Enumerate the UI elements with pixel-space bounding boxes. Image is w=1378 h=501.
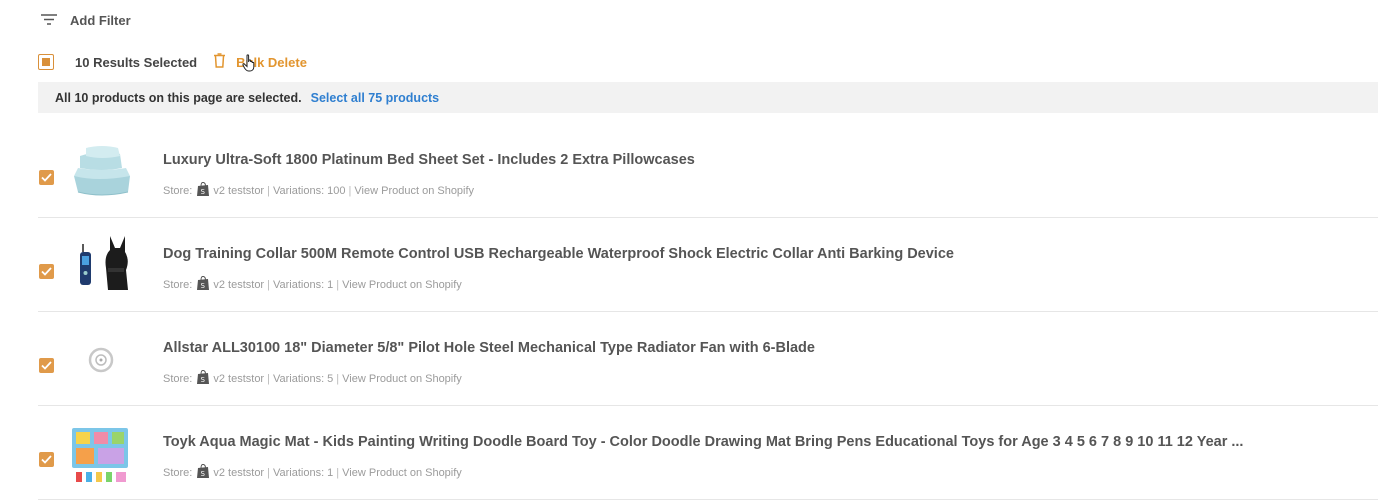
view-on-shopify-link[interactable]: View Product on Shopify bbox=[342, 467, 462, 479]
shopify-bag-icon: S bbox=[197, 369, 210, 387]
row-checkbox[interactable] bbox=[39, 264, 54, 279]
hand-cursor-icon bbox=[242, 54, 258, 75]
row-checkbox[interactable] bbox=[39, 358, 54, 373]
add-filter-label: Add Filter bbox=[70, 12, 131, 28]
trash-icon bbox=[213, 53, 226, 71]
meta-separator: | bbox=[336, 372, 340, 385]
store-name: v2 teststor bbox=[213, 184, 265, 197]
store-label: Store: bbox=[163, 372, 193, 385]
product-title: Toyk Aqua Magic Mat - Kids Painting Writ… bbox=[163, 434, 1244, 450]
variations-count: Variations: 100 bbox=[272, 184, 346, 197]
row-checkbox[interactable] bbox=[39, 452, 54, 467]
shopify-bag-icon: S bbox=[197, 275, 210, 293]
view-on-shopify-link[interactable]: View Product on Shopify bbox=[342, 373, 462, 385]
product-meta: Store: S v2 teststor | Variations: 1 | V… bbox=[163, 463, 462, 481]
meta-separator: | bbox=[336, 278, 340, 291]
select-all-checkbox[interactable] bbox=[38, 54, 54, 70]
product-meta: Store: S v2 teststor | Variations: 1 | V… bbox=[163, 275, 462, 293]
svg-text:S: S bbox=[201, 282, 206, 290]
meta-separator: | bbox=[348, 184, 352, 197]
dog-collar-image bbox=[68, 232, 134, 298]
store-label: Store: bbox=[163, 278, 193, 291]
svg-text:S: S bbox=[201, 376, 206, 384]
product-title: Luxury Ultra-Soft 1800 Platinum Bed Shee… bbox=[163, 152, 695, 168]
variations-count: Variations: 1 bbox=[272, 278, 334, 291]
store-name: v2 teststor bbox=[213, 372, 265, 385]
shopify-bag-icon: S bbox=[197, 463, 210, 481]
variations-count: Variations: 1 bbox=[272, 466, 334, 479]
product-row[interactable]: Luxury Ultra-Soft 1800 Platinum Bed Shee… bbox=[38, 124, 1378, 218]
selected-count: 10 Results Selected bbox=[75, 54, 198, 70]
bulk-actions-bar: 10 Results Selected Bulk Delete bbox=[38, 52, 307, 72]
svg-text:S: S bbox=[201, 188, 206, 196]
view-on-shopify-link[interactable]: View Product on Shopify bbox=[342, 279, 462, 291]
fan-image bbox=[68, 326, 134, 392]
product-meta: Store: S v2 teststor | Variations: 100 |… bbox=[163, 181, 474, 199]
selection-banner: All 10 products on this page are selecte… bbox=[38, 82, 1378, 113]
meta-separator: | bbox=[267, 278, 270, 291]
product-row[interactable]: Allstar ALL30100 18" Diameter 5/8" Pilot… bbox=[38, 312, 1378, 406]
product-row[interactable]: Dog Training Collar 500M Remote Control … bbox=[38, 218, 1378, 312]
bedsheet-image bbox=[68, 138, 134, 204]
meta-separator: | bbox=[267, 184, 270, 197]
filter-icon bbox=[40, 12, 58, 29]
variations-count: Variations: 5 bbox=[272, 372, 334, 385]
view-on-shopify-link[interactable]: View Product on Shopify bbox=[354, 185, 474, 197]
row-checkbox[interactable] bbox=[39, 170, 54, 185]
meta-separator: | bbox=[267, 466, 270, 479]
bulk-delete-button[interactable]: Bulk Delete bbox=[213, 53, 307, 72]
meta-separator: | bbox=[336, 466, 340, 479]
add-filter-button[interactable]: Add Filter bbox=[40, 11, 131, 29]
store-label: Store: bbox=[163, 466, 193, 479]
shopify-bag-icon: S bbox=[197, 181, 210, 199]
svg-text:S: S bbox=[201, 470, 206, 478]
product-title: Allstar ALL30100 18" Diameter 5/8" Pilot… bbox=[163, 340, 815, 356]
store-name: v2 teststor bbox=[213, 278, 265, 291]
doodle-mat-image bbox=[68, 420, 134, 486]
product-meta: Store: S v2 teststor | Variations: 5 | V… bbox=[163, 369, 462, 387]
product-row[interactable]: Toyk Aqua Magic Mat - Kids Painting Writ… bbox=[38, 406, 1378, 500]
selection-banner-text: All 10 products on this page are selecte… bbox=[55, 90, 302, 105]
store-name: v2 teststor bbox=[213, 466, 265, 479]
select-all-products-link[interactable]: Select all 75 products bbox=[311, 91, 440, 105]
product-title: Dog Training Collar 500M Remote Control … bbox=[163, 246, 954, 262]
meta-separator: | bbox=[267, 372, 270, 385]
store-label: Store: bbox=[163, 184, 193, 197]
